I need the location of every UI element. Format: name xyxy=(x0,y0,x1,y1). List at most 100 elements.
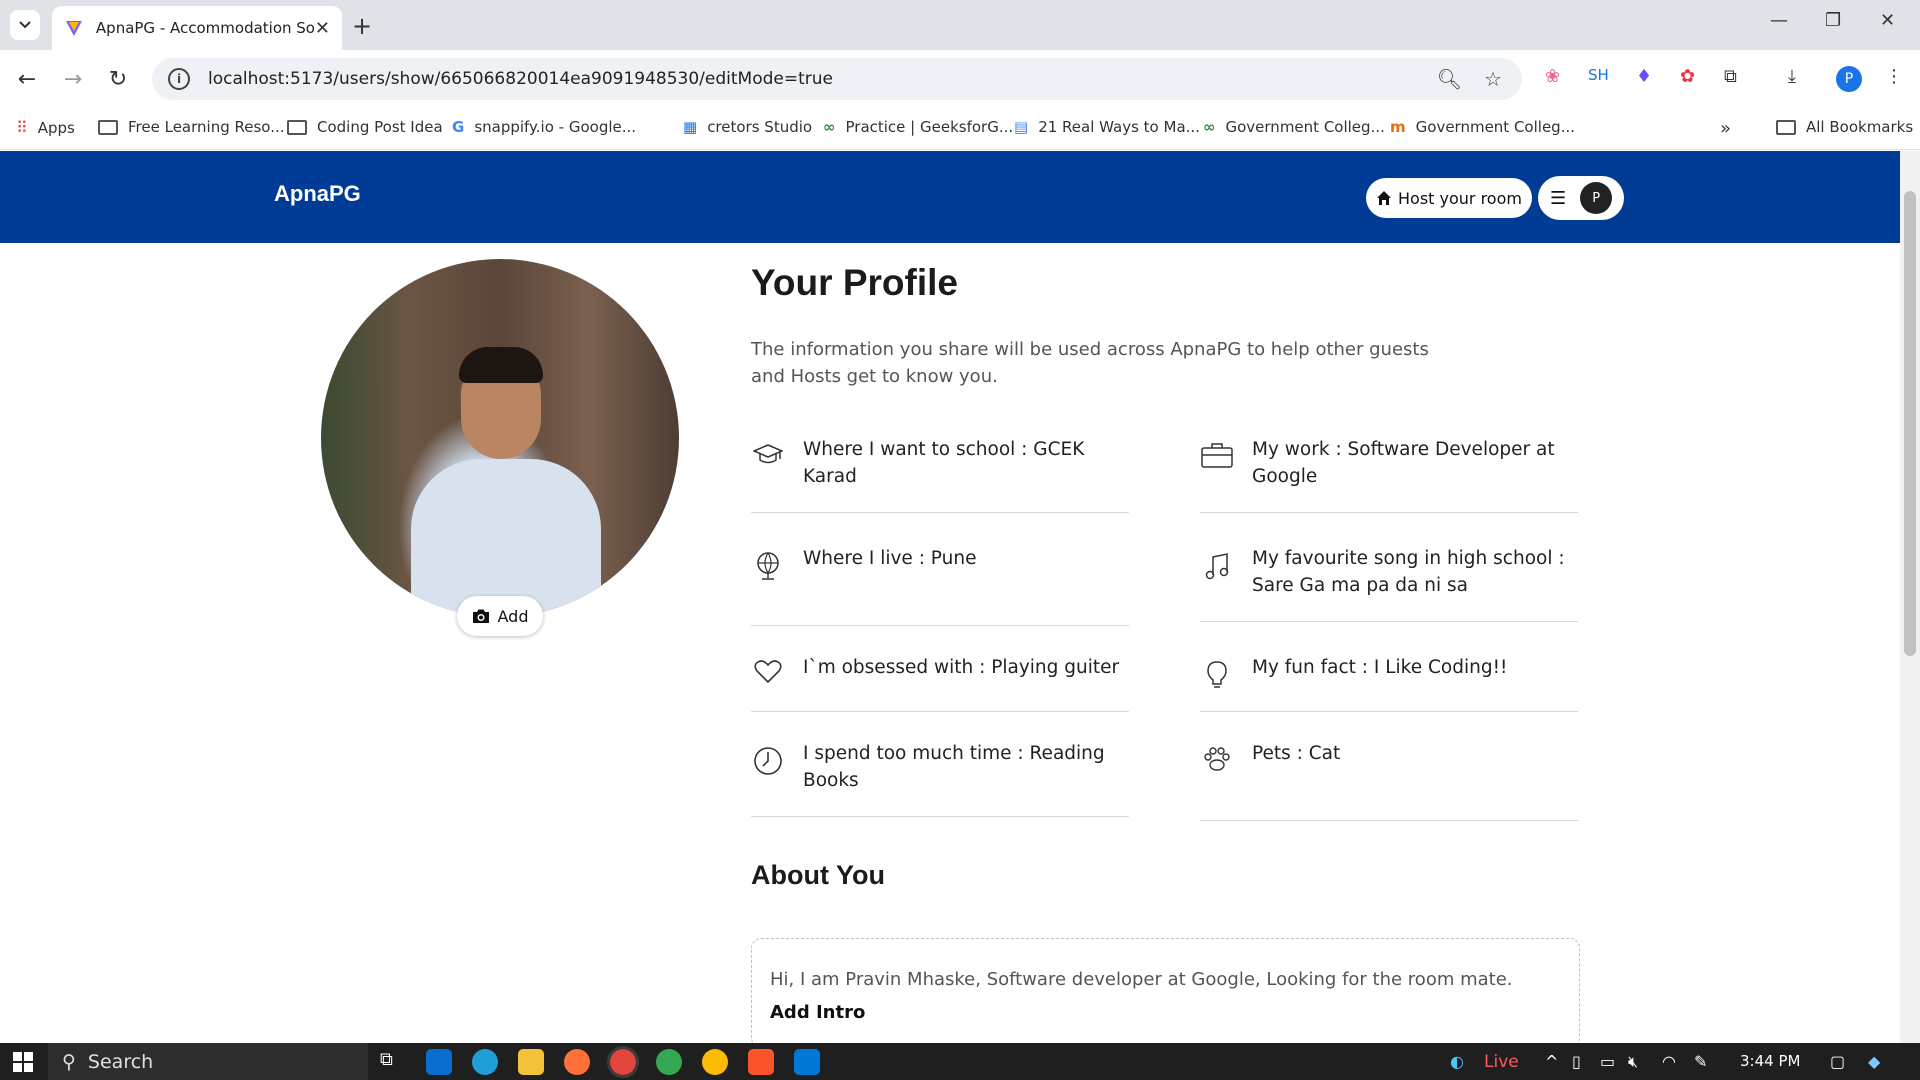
intro-box[interactable]: Hi, I am Pravin Mhaske, Software develop… xyxy=(751,938,1580,1048)
search-icon: ⚲ xyxy=(62,1050,76,1073)
folder-icon xyxy=(1776,119,1796,135)
edge-icon[interactable] xyxy=(472,1049,498,1075)
bookmark-folder-coding-post[interactable]: Coding Post Idea xyxy=(287,118,443,136)
color-wheel-extension-icon[interactable]: ✿ xyxy=(1680,66,1695,87)
tray-chevron-icon[interactable]: ^ xyxy=(1545,1052,1558,1071)
profile-field-obsessed[interactable]: I`m obsessed with : Playing guiter xyxy=(751,654,1129,712)
chrome-active-icon[interactable] xyxy=(607,1046,639,1078)
battery-saver-icon[interactable]: ▯ xyxy=(1572,1052,1581,1071)
windows-start-icon[interactable] xyxy=(13,1052,33,1072)
download-icon[interactable]: ⤓ xyxy=(1788,66,1796,87)
more-bookmarks-icon[interactable]: » xyxy=(1720,118,1731,139)
copilot-icon[interactable]: ◆ xyxy=(1868,1052,1880,1071)
site-header: ApnaPG Host your room ☰ P xyxy=(0,151,1900,243)
lotus-extension-icon[interactable]: ❀ xyxy=(1545,66,1560,87)
restore-icon[interactable]: ❐ xyxy=(1825,10,1841,31)
bookmark-government-college-1[interactable]: ∞ Government Colleg... xyxy=(1203,118,1385,136)
taskbar-search[interactable]: ⚲ Search xyxy=(48,1043,368,1080)
site-favicon-icon xyxy=(65,21,82,36)
forward-arrow-icon[interactable]: → xyxy=(58,64,88,94)
close-tab-icon[interactable]: ✕ xyxy=(315,18,330,39)
graduation-cap-icon xyxy=(751,436,785,468)
browser-menu-icon[interactable]: ⋮ xyxy=(1885,66,1903,87)
scrollbar-thumb[interactable] xyxy=(1904,191,1916,656)
brave-icon[interactable] xyxy=(748,1049,774,1075)
bookmarks-bar: ⠿ Apps Free Learning Reso... Coding Post… xyxy=(0,108,1920,150)
bookmark-star-icon[interactable]: ☆ xyxy=(1484,67,1502,91)
all-bookmarks-folder[interactable]: All Bookmarks xyxy=(1776,118,1913,136)
page-title: Your Profile xyxy=(751,262,958,303)
chrome-icon[interactable] xyxy=(656,1049,682,1075)
profile-field-pets[interactable]: Pets : Cat xyxy=(1200,740,1578,821)
bookmark-government-college-2[interactable]: m Government Colleg... xyxy=(1390,118,1575,136)
profile-field-fun-fact[interactable]: My fun fact : I Like Coding!! xyxy=(1200,654,1578,712)
clock-time[interactable]: 3:44 PM xyxy=(1740,1052,1800,1070)
music-note-icon xyxy=(1200,545,1234,581)
new-tab-icon[interactable]: + xyxy=(352,12,372,40)
firefox-icon[interactable] xyxy=(564,1049,590,1075)
vscode-icon[interactable] xyxy=(794,1049,820,1075)
about-you-heading: About You xyxy=(751,860,885,890)
battery-icon[interactable]: ▭ xyxy=(1600,1052,1615,1071)
profile-field-song[interactable]: My favourite song in high school : Sare … xyxy=(1200,545,1578,622)
address-bar[interactable]: i localhost:5173/users/show/665066820014… xyxy=(152,58,1522,100)
browser-tabstrip: ApnaPG - Accommodation Solu ✕ + — ❐ ✕ xyxy=(0,0,1920,50)
doc-icon: ▤ xyxy=(1014,118,1029,136)
url-text: localhost:5173/users/show/665066820014ea… xyxy=(208,69,833,89)
host-button-label: Host your room xyxy=(1398,188,1522,208)
mail-icon[interactable] xyxy=(426,1049,452,1075)
notifications-icon[interactable]: ▢ xyxy=(1830,1052,1845,1071)
gfg-icon: ∞ xyxy=(823,118,836,136)
site-info-icon[interactable]: i xyxy=(168,68,190,90)
profile-photo xyxy=(321,259,679,617)
wifi-icon[interactable]: ◠ xyxy=(1662,1052,1676,1071)
zoom-icon[interactable]: 🔍︎ xyxy=(1437,67,1462,91)
pen-icon[interactable]: ✎ xyxy=(1694,1052,1707,1071)
file-explorer-icon[interactable] xyxy=(518,1049,544,1075)
add-photo-button[interactable]: Add xyxy=(457,596,543,636)
lightbulb-icon xyxy=(1200,654,1234,690)
cricket-widget-icon[interactable]: ◐ xyxy=(1450,1052,1464,1071)
bookmark-snappify[interactable]: G snappify.io - Google... xyxy=(452,118,636,136)
apps-grid-icon: ⠿ xyxy=(16,118,28,137)
gfg-icon: ∞ xyxy=(1203,118,1216,136)
profile-field-time[interactable]: I spend too much time : Reading Books xyxy=(751,740,1129,817)
browser-toolbar: ← → ↻ i localhost:5173/users/show/665066… xyxy=(0,50,1920,108)
page-scrollbar[interactable] xyxy=(1900,151,1920,1043)
add-intro-link[interactable]: Add Intro xyxy=(770,1002,1561,1023)
sh-extension-icon[interactable]: SH xyxy=(1588,66,1609,84)
back-arrow-icon[interactable]: ← xyxy=(12,64,42,94)
tab-search-button[interactable] xyxy=(10,10,40,40)
tab-title: ApnaPG - Accommodation Solu xyxy=(95,19,315,37)
volume-muted-icon[interactable]: 🔇︎ xyxy=(1628,1052,1638,1072)
bookmark-cretors-studio[interactable]: ▦ cretors Studio xyxy=(683,118,812,136)
heart-icon xyxy=(751,654,785,684)
folder-icon xyxy=(98,119,118,135)
bookmark-folder-free-learning[interactable]: Free Learning Reso... xyxy=(98,118,285,136)
intro-text: Hi, I am Pravin Mhaske, Software develop… xyxy=(770,969,1513,990)
home-icon xyxy=(1377,191,1391,205)
profile-field-work[interactable]: My work : Software Developer at Google xyxy=(1200,436,1578,513)
bookmark-geeksforgeeks[interactable]: ∞ Practice | GeeksforG... xyxy=(823,118,1013,136)
college-icon: m xyxy=(1390,118,1406,136)
profile-description: The information you share will be used a… xyxy=(751,339,1429,387)
close-window-icon[interactable]: ✕ xyxy=(1880,10,1895,31)
profile-field-school[interactable]: Where I want to school : GCEK Karad xyxy=(751,436,1129,513)
flame-extension-icon[interactable]: ♦ xyxy=(1636,66,1652,87)
minimize-icon[interactable]: — xyxy=(1770,10,1788,31)
profile-field-live[interactable]: Where I live : Pune xyxy=(751,545,1129,626)
bookmark-21-real-ways[interactable]: ▤ 21 Real Ways to Ma... xyxy=(1014,118,1200,136)
task-view-icon[interactable]: ⧉ xyxy=(380,1049,406,1075)
add-photo-label: Add xyxy=(497,606,529,626)
reload-icon[interactable]: ↻ xyxy=(103,64,133,94)
extensions-puzzle-icon[interactable]: ⧉ xyxy=(1724,66,1737,87)
chrome-canary-icon[interactable] xyxy=(702,1049,728,1075)
live-label[interactable]: Live xyxy=(1484,1052,1519,1072)
bookmark-apps[interactable]: ⠿ Apps xyxy=(16,118,75,137)
user-menu-button[interactable]: ☰ P xyxy=(1538,176,1624,220)
browser-profile-avatar[interactable]: P xyxy=(1836,66,1862,92)
browser-tab-active[interactable]: ApnaPG - Accommodation Solu ✕ xyxy=(52,6,342,50)
brand-logo[interactable]: ApnaPG xyxy=(274,181,361,207)
chevron-down-icon xyxy=(19,21,31,29)
host-your-room-button[interactable]: Host your room xyxy=(1366,178,1532,218)
